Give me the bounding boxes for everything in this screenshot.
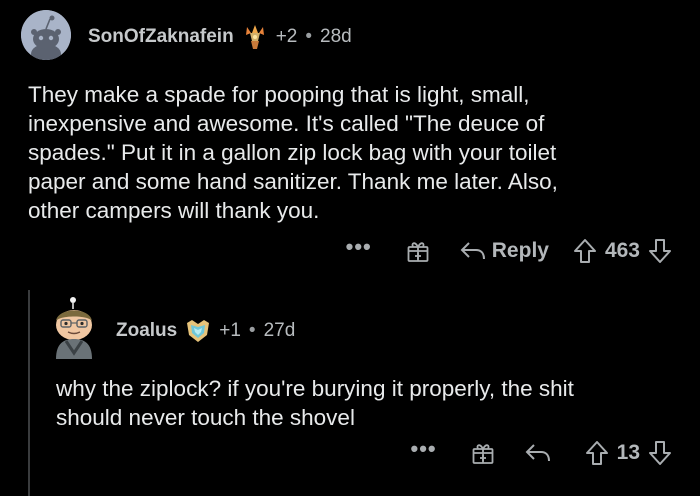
comment-body-line: other campers will thank you. (28, 198, 320, 223)
comment-body-line: spades." Put it in a gallon zip lock bag… (28, 140, 557, 165)
comment-body-line: paper and some hand sanitizer. Thank me … (28, 169, 558, 194)
comment-header: Zoalus +1 • 27d (116, 318, 295, 344)
username[interactable]: Zoalus (116, 320, 177, 342)
more-options-button[interactable]: ••• (346, 236, 372, 260)
snoo-avatar-icon (21, 10, 71, 60)
comment-body: why the ziplock? if you're burying it pr… (56, 374, 676, 432)
downvote-arrow-icon[interactable] (648, 440, 672, 466)
reply-arrow-icon (460, 242, 485, 260)
username[interactable]: SonOfZaknafein (88, 26, 234, 48)
award-count: +2 (275, 26, 298, 47)
comment-body: They make a spade for pooping that is li… (28, 80, 668, 225)
vote-controls: 463 (573, 238, 672, 264)
comment-body-line: They make a spade for pooping that is li… (28, 82, 530, 107)
vote-score: 463 (604, 239, 640, 262)
avatar[interactable] (21, 10, 71, 60)
reply-button[interactable] (525, 442, 551, 464)
snoo-avatar-icon (56, 297, 92, 359)
downvote-arrow-icon[interactable] (648, 238, 672, 264)
comment-age: 27d (263, 320, 296, 341)
upvote-arrow-icon[interactable] (573, 238, 597, 264)
reply-button[interactable]: Reply (460, 239, 549, 263)
comment-1: SonOfZaknafein +2 • 28d They make a spad… (0, 0, 700, 290)
gift-award-icon[interactable] (406, 239, 430, 263)
comment-actions: ••• 13 (411, 438, 672, 466)
comment-body-line: why the ziplock? if you're burying it pr… (56, 376, 574, 401)
separator-dot: • (305, 26, 313, 47)
gift-award-icon[interactable] (471, 441, 495, 465)
more-options-button[interactable]: ••• (411, 438, 437, 462)
award-count: +1 (219, 320, 241, 341)
vote-score: 13 (616, 441, 640, 464)
comment-body-line: inexpensive and awesome. It's called "Th… (28, 111, 545, 136)
upvote-arrow-icon[interactable] (585, 440, 609, 466)
separator-dot: • (248, 320, 256, 341)
comment-age: 28d (320, 26, 352, 47)
comment-actions: ••• Reply 463 (346, 236, 672, 264)
reply-label: Reply (491, 239, 549, 262)
reply-arrow-icon (525, 444, 550, 462)
shield-gem-icon[interactable] (185, 318, 211, 344)
comment-header: SonOfZaknafein +2 • 28d (88, 24, 352, 50)
comment-body-line: should never touch the shovel (56, 405, 355, 430)
vote-controls: 13 (585, 440, 672, 466)
crystal-bouquet-icon[interactable] (242, 24, 268, 50)
avatar[interactable] (48, 297, 100, 359)
